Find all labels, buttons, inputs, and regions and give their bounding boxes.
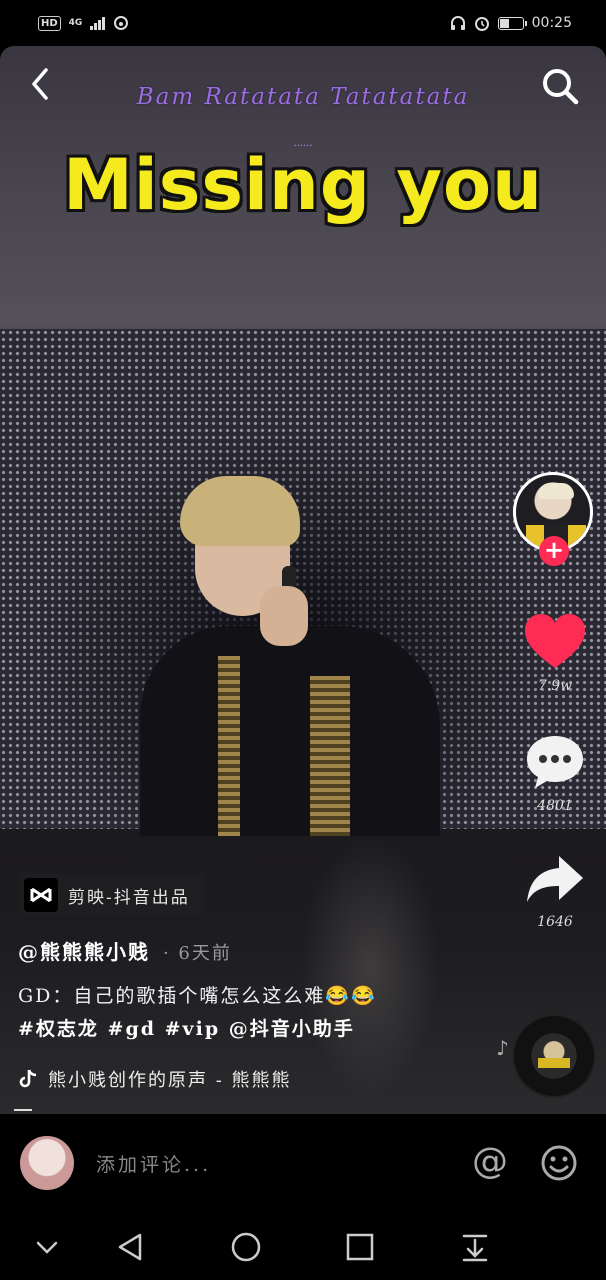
- lyric-subtitle-main: Missing you: [63, 144, 543, 226]
- performer-figure: [140, 476, 440, 836]
- chat-bubble-icon: [527, 736, 583, 788]
- post-time: · 6天前: [162, 943, 232, 964]
- search-icon: [543, 69, 579, 105]
- status-right: 00:25: [450, 15, 572, 31]
- signal-icon: [90, 16, 106, 30]
- like-count: 7.9w: [537, 678, 573, 694]
- square-recents-icon: [346, 1233, 374, 1261]
- caption-hashtags[interactable]: #权志龙 #gd #vip @抖音小助手: [18, 1013, 478, 1046]
- status-bar: HD 4G 00:25: [0, 0, 606, 46]
- nav-back-button[interactable]: [114, 1230, 148, 1264]
- video-progress-bar[interactable]: [14, 1109, 32, 1111]
- capcut-logo-icon: [24, 878, 58, 912]
- share-count: 1646: [537, 914, 573, 930]
- nav-notification-button[interactable]: [458, 1230, 492, 1264]
- back-button[interactable]: [24, 64, 60, 104]
- network-type: 4G: [68, 17, 83, 28]
- capcut-label: 剪映-抖音出品: [68, 887, 190, 908]
- lyric-subtitle-top: Bam Ratatata Tatatatata: [136, 84, 470, 110]
- circle-home-icon: [231, 1232, 261, 1262]
- chevron-left-icon: [32, 68, 48, 100]
- like-button[interactable]: 7.9w: [520, 612, 590, 694]
- follow-button[interactable]: +: [539, 536, 569, 566]
- music-note-icon: ♪: [496, 1036, 509, 1060]
- chevron-down-icon: [36, 1241, 58, 1254]
- mention-button[interactable]: @: [472, 1142, 508, 1182]
- alarm-icon: [474, 17, 489, 31]
- heart-icon: [525, 614, 585, 668]
- nav-recents-button[interactable]: [343, 1230, 377, 1264]
- share-arrow-icon: [527, 856, 583, 902]
- music-title: 熊小贱创作的原声 - 熊熊熊: [48, 1070, 292, 1091]
- capcut-badge[interactable]: 剪映-抖音出品: [20, 874, 204, 916]
- author-name[interactable]: @熊熊熊小贱: [18, 940, 150, 964]
- nav-home-button[interactable]: [229, 1230, 263, 1264]
- music-disc[interactable]: [514, 1016, 594, 1096]
- smiley-icon: [541, 1145, 577, 1181]
- share-button[interactable]: 1646: [520, 852, 590, 930]
- search-button[interactable]: [538, 64, 582, 108]
- status-time: 00:25: [531, 15, 572, 31]
- comment-button[interactable]: 4801: [520, 732, 590, 814]
- hotspot-icon: [114, 16, 129, 30]
- hd-badge: HD: [38, 15, 61, 31]
- at-icon: @: [472, 1141, 508, 1182]
- system-nav-bar: [0, 1214, 606, 1280]
- triangle-back-icon: [118, 1233, 142, 1261]
- emoji-button[interactable]: [540, 1144, 578, 1182]
- pull-down-icon: [462, 1234, 488, 1262]
- nav-collapse-button[interactable]: [30, 1230, 64, 1264]
- author-line[interactable]: @熊熊熊小贱 · 6天前: [18, 936, 232, 965]
- comment-count: 4801: [537, 798, 573, 814]
- tiktok-note-icon: [19, 1069, 37, 1088]
- headphones-icon: [450, 16, 465, 30]
- comment-input[interactable]: 添加评论...: [96, 1150, 211, 1177]
- caption-text: GD：自己的歌插个嘴怎么这么难😂😂: [18, 985, 377, 1007]
- music-info[interactable]: 熊小贱创作的原声 - 熊熊熊: [18, 1066, 292, 1092]
- status-left: HD 4G: [38, 15, 129, 31]
- user-avatar[interactable]: [20, 1136, 74, 1190]
- comment-bar: 添加评论... @: [0, 1114, 606, 1214]
- video-caption: GD：自己的歌插个嘴怎么这么难😂😂 #权志龙 #gd #vip @抖音小助手: [18, 980, 478, 1046]
- battery-icon: [497, 16, 527, 30]
- video-player[interactable]: Bam Ratatata Tatatatata ...... Missing y…: [0, 46, 606, 1114]
